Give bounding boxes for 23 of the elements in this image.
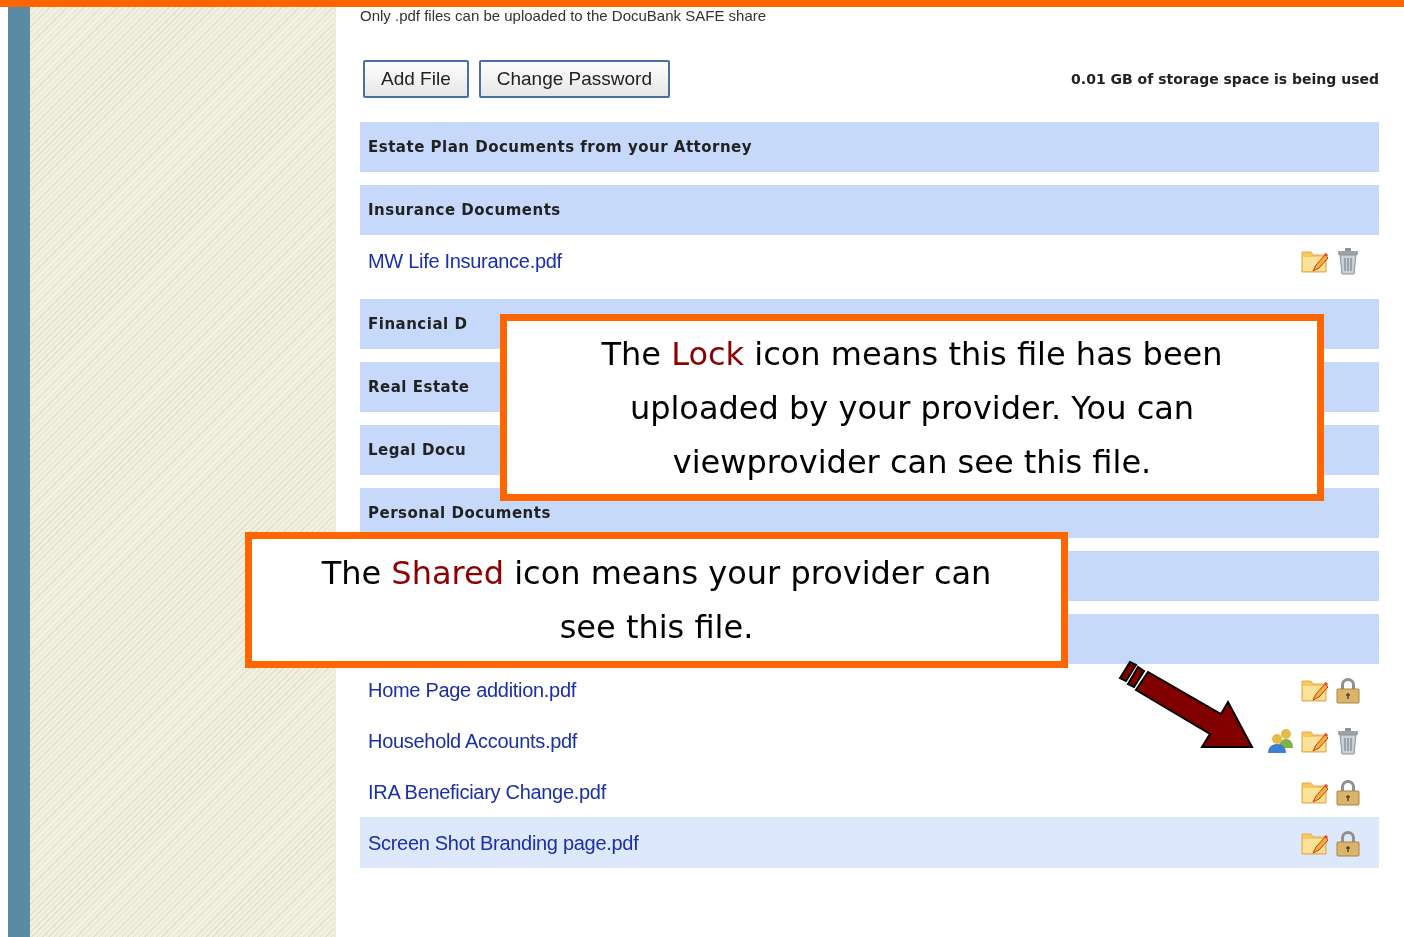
callout-text: The Lock icon means this file has been uploaded by your provider. You can viewprovider can see this file. [600, 333, 1224, 483]
action-button[interactable]: Change Password [478, 60, 670, 98]
callout-text: The Shared icon means your provider can see this file. [320, 553, 993, 648]
file-link[interactable]: IRA Beneficiary Change.pdf [368, 776, 606, 807]
section-title: Personal Documents [368, 502, 551, 524]
storage-text: 0.01 GB of storage space is being used [1071, 69, 1379, 89]
file-link[interactable]: Household Accounts.pdf [368, 725, 578, 756]
file-link[interactable]: Home Page addition.pdf [368, 674, 576, 705]
section-title: Insurance Documents [368, 199, 561, 221]
notice-text: Only .pdf files can be uploaded to the DocuBank SAFE share [360, 8, 768, 24]
section-title: Financial D [368, 313, 468, 335]
lock-icon[interactable] [1335, 828, 1361, 857]
lock-icon[interactable] [1335, 675, 1361, 704]
users-icon[interactable] [1267, 727, 1295, 754]
lock-icon[interactable] [1335, 777, 1361, 806]
section-title: Estate Plan Documents from your Attorney [368, 136, 753, 158]
section-title: Real Estate [368, 376, 470, 398]
trash-icon[interactable] [1335, 726, 1361, 755]
trash-icon[interactable] [1335, 246, 1361, 275]
file-link[interactable]: Screen Shot Branding page.pdf [368, 827, 639, 858]
action-button[interactable]: Add File [363, 60, 469, 98]
file-link[interactable]: MW Life Insurance.pdf [368, 245, 562, 276]
section-title: Legal Docu [368, 439, 467, 461]
